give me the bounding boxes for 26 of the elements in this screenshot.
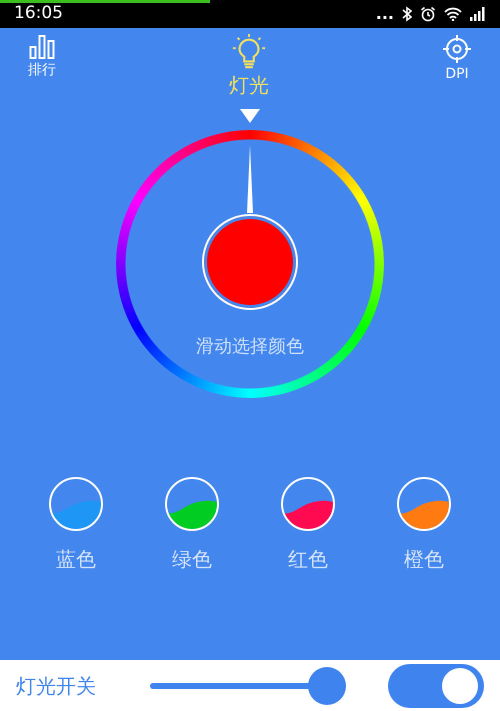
bar-chart-icon (29, 34, 55, 60)
color-preset-button[interactable] (164, 476, 220, 532)
signal-icon (470, 7, 486, 21)
switch-label: 灯光开关 (16, 672, 97, 700)
nav-tab[interactable]: 灯光 (229, 34, 269, 100)
preset-label: 绿色 (172, 546, 212, 573)
color-preset-button[interactable] (396, 476, 452, 532)
preset-label: 红色 (288, 546, 328, 573)
crosshair-icon (442, 34, 472, 64)
wheel-hint: 滑动选择颜色 (195, 335, 305, 359)
brightness-slider[interactable] (150, 666, 346, 704)
light-bulb-icon (231, 34, 267, 70)
color-preset-button[interactable] (280, 476, 336, 532)
alarm-icon (420, 6, 436, 22)
status-time: 16:05 (14, 2, 63, 26)
color-preset-button[interactable] (48, 476, 104, 532)
slider-thumb[interactable] (308, 666, 346, 704)
wifi-icon (444, 7, 462, 21)
bluetooth-icon (402, 6, 412, 22)
preset-label: 橙色 (404, 546, 444, 573)
preset-label: 蓝色 (56, 546, 96, 573)
nav-tab[interactable]: 排行 (28, 34, 56, 100)
nav-tab[interactable]: DPI (442, 34, 472, 100)
pointer-triangle-icon (240, 109, 260, 123)
light-toggle[interactable] (388, 664, 484, 708)
overflow-dots: ... (376, 3, 394, 25)
